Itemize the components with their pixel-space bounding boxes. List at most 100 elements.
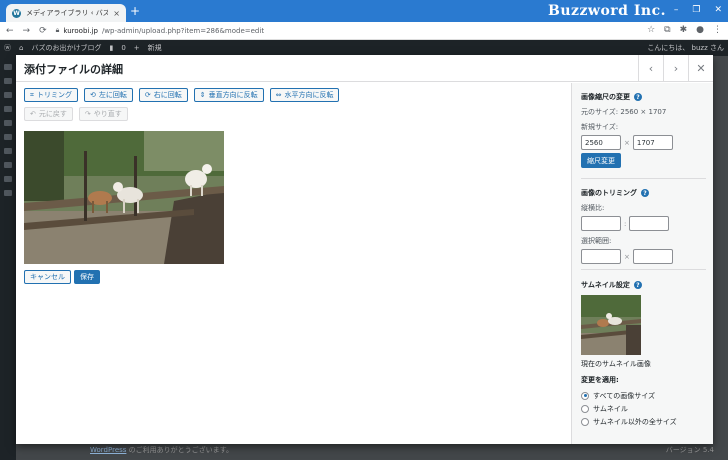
comments-menu-icon[interactable]	[4, 120, 12, 126]
forward-icon[interactable]: →	[23, 26, 31, 36]
new-content-plus-icon[interactable]: +	[134, 44, 140, 52]
rotate-right-icon: ⟳	[144, 91, 151, 99]
profile-avatar-icon[interactable]: ●	[696, 25, 704, 35]
aspect-ratio-width-input[interactable]	[581, 216, 621, 231]
scale-height-input[interactable]: 1707	[632, 135, 673, 150]
thumbnail-title: サムネイル設定	[581, 281, 630, 289]
selection-width-input[interactable]	[581, 249, 621, 264]
flip-vertical-label: 垂直方向に反転	[208, 91, 258, 99]
close-modal-button[interactable]: ✕	[688, 55, 713, 81]
next-attachment-button[interactable]: ›	[663, 55, 688, 81]
aspect-ratio-height-input[interactable]	[629, 216, 670, 231]
flip-horizontal-icon: ⇔	[275, 91, 282, 99]
scale-title: 画像縮尺の変更	[581, 93, 630, 101]
undo-label: 元に戻す	[38, 110, 67, 118]
radio-except-thumbnail[interactable]	[581, 417, 589, 426]
appearance-menu-icon[interactable]	[4, 134, 12, 140]
radio-all-sizes[interactable]	[581, 391, 589, 400]
flip-vertical-icon: ⇕	[199, 91, 206, 99]
wp-greeting[interactable]: こんにちは、 buzz さん	[647, 43, 724, 53]
chevron-left-icon: ‹	[648, 61, 654, 75]
undo-button[interactable]: ↶ 元に戻す	[24, 107, 73, 121]
redo-button[interactable]: ↷ やり直す	[78, 107, 128, 121]
minimize-icon[interactable]: –	[674, 5, 679, 15]
help-icon[interactable]: ?	[641, 189, 649, 197]
help-icon[interactable]: ?	[633, 281, 642, 289]
extensions-icon[interactable]: ✱	[680, 25, 688, 35]
wp-admin-menu	[0, 56, 16, 460]
previous-attachment-button[interactable]: ‹	[638, 55, 663, 81]
url-domain: kuroobi.jp	[63, 26, 98, 35]
option-thumbnail-label: サムネイル	[593, 404, 628, 413]
radio-thumbnail[interactable]	[581, 404, 589, 413]
save-button[interactable]: 保存	[74, 270, 100, 284]
media-menu-icon[interactable]	[4, 92, 12, 98]
wordpress-link[interactable]: WordPress	[90, 446, 126, 454]
thumbnail-section-title: サムネイル設定 ?	[581, 280, 677, 290]
image-preview[interactable]	[24, 131, 224, 264]
flip-vertical-button[interactable]: ⇕ 垂直方向に反転	[193, 88, 264, 102]
thumbnail-caption: 現在のサムネイル画像	[581, 360, 651, 368]
apply-option-except-thumbnail[interactable]: サムネイル以外の全サイズ	[581, 415, 677, 428]
aspect-ratio-label: 縦横比:	[581, 204, 605, 212]
browser-tab-strip: W メディアライブラリ ‹ バズのお出かけブロ × + Buzzword Inc…	[0, 0, 728, 22]
apply-option-all[interactable]: すべての画像サイズ	[581, 389, 677, 402]
redo-label: やり直す	[93, 110, 122, 118]
option-all-sizes-label: すべての画像サイズ	[593, 391, 656, 400]
editor-actions: キャンセル 保存	[24, 270, 100, 284]
browser-menu-icon[interactable]: ⋮	[713, 25, 722, 35]
maximize-icon[interactable]: ❐	[692, 5, 700, 15]
selection-height-input[interactable]	[632, 249, 673, 264]
crop-button-label: トリミング	[36, 91, 72, 99]
crop-button[interactable]: ⌗ トリミング	[24, 88, 78, 102]
settings-menu-icon[interactable]	[4, 190, 12, 196]
tools-menu-icon[interactable]	[4, 176, 12, 182]
plugins-menu-icon[interactable]	[4, 148, 12, 154]
new-content-link[interactable]: 新規	[148, 43, 162, 53]
rotate-right-label: 右に回転	[153, 91, 182, 99]
dashboard-menu-icon[interactable]	[4, 64, 12, 70]
rotate-left-button[interactable]: ⟲ 左に回転	[83, 88, 133, 102]
scale-section-title: 画像縮尺の変更 ?	[581, 92, 673, 102]
users-menu-icon[interactable]	[4, 162, 12, 168]
wp-footer-thanks: のご利用ありがとうございます。	[126, 446, 233, 454]
crop-section-title: 画像のトリミング ?	[581, 188, 673, 198]
scale-times-sign: ×	[624, 138, 630, 147]
apply-options: すべての画像サイズ サムネイル サムネイル以外の全サイズ	[581, 389, 677, 428]
new-tab-button[interactable]: +	[130, 5, 140, 17]
apply-option-thumbnail[interactable]: サムネイル	[581, 402, 677, 415]
bookmark-star-icon[interactable]: ☆	[647, 25, 655, 35]
window-close-icon[interactable]: ✕	[714, 5, 722, 15]
back-icon[interactable]: ←	[6, 26, 14, 36]
scale-width-input[interactable]: 2560	[581, 135, 621, 150]
thumbnail-section: サムネイル設定 ? 現在のサムネイル画像 変更を適用: すべての画像サイズ サム…	[581, 280, 677, 428]
image-settings-sidebar: 画像縮尺の変更 ? 元のサイズ: 2560 × 1707 新規サイズ: 2560…	[571, 83, 713, 444]
aspect-ratio-colon: :	[624, 219, 627, 228]
reload-icon[interactable]: ⟳	[39, 26, 47, 36]
comments-icon[interactable]: ▮	[109, 44, 113, 52]
image-editor: ⌗ トリミング ⟲ 左に回転 ⟳ 右に回転 ⇕ 垂直方向に反転 ⇔ 水平方向に反…	[16, 83, 571, 444]
cancel-button[interactable]: キャンセル	[24, 270, 71, 284]
wp-site-name[interactable]: バズのお出かけブログ	[31, 43, 101, 53]
scale-button[interactable]: 縮尺変更	[581, 153, 621, 168]
current-thumbnail-image	[581, 295, 641, 355]
comments-count[interactable]: 0	[121, 44, 125, 52]
url-field[interactable]: 🔒︎ kuroobi.jp/wp-admin/upload.php?item=2…	[56, 26, 264, 35]
wordpress-logo-icon[interactable]: ⓦ	[4, 43, 11, 53]
help-icon[interactable]: ?	[634, 93, 642, 101]
pages-menu-icon[interactable]	[4, 106, 12, 112]
selection-times-sign: ×	[624, 252, 630, 261]
chevron-right-icon: ›	[673, 61, 679, 75]
flip-horizontal-button[interactable]: ⇔ 水平方向に反転	[269, 88, 340, 102]
original-size: 元のサイズ: 2560 × 1707	[581, 108, 667, 116]
screen-capture-icon[interactable]: ⧉	[664, 25, 670, 35]
browser-tab[interactable]: W メディアライブラリ ‹ バズのお出かけブロ ×	[6, 4, 126, 22]
modal-title: 添付ファイルの詳細	[24, 63, 123, 76]
brand-watermark: Buzzword Inc.	[548, 3, 666, 19]
tab-close-icon[interactable]: ×	[113, 9, 120, 18]
rotate-right-button[interactable]: ⟳ 右に回転	[138, 88, 188, 102]
crop-icon: ⌗	[30, 90, 34, 99]
redo-icon: ↷	[84, 110, 91, 118]
window-controls: – ❐ ✕	[674, 5, 722, 15]
posts-menu-icon[interactable]	[4, 78, 12, 84]
